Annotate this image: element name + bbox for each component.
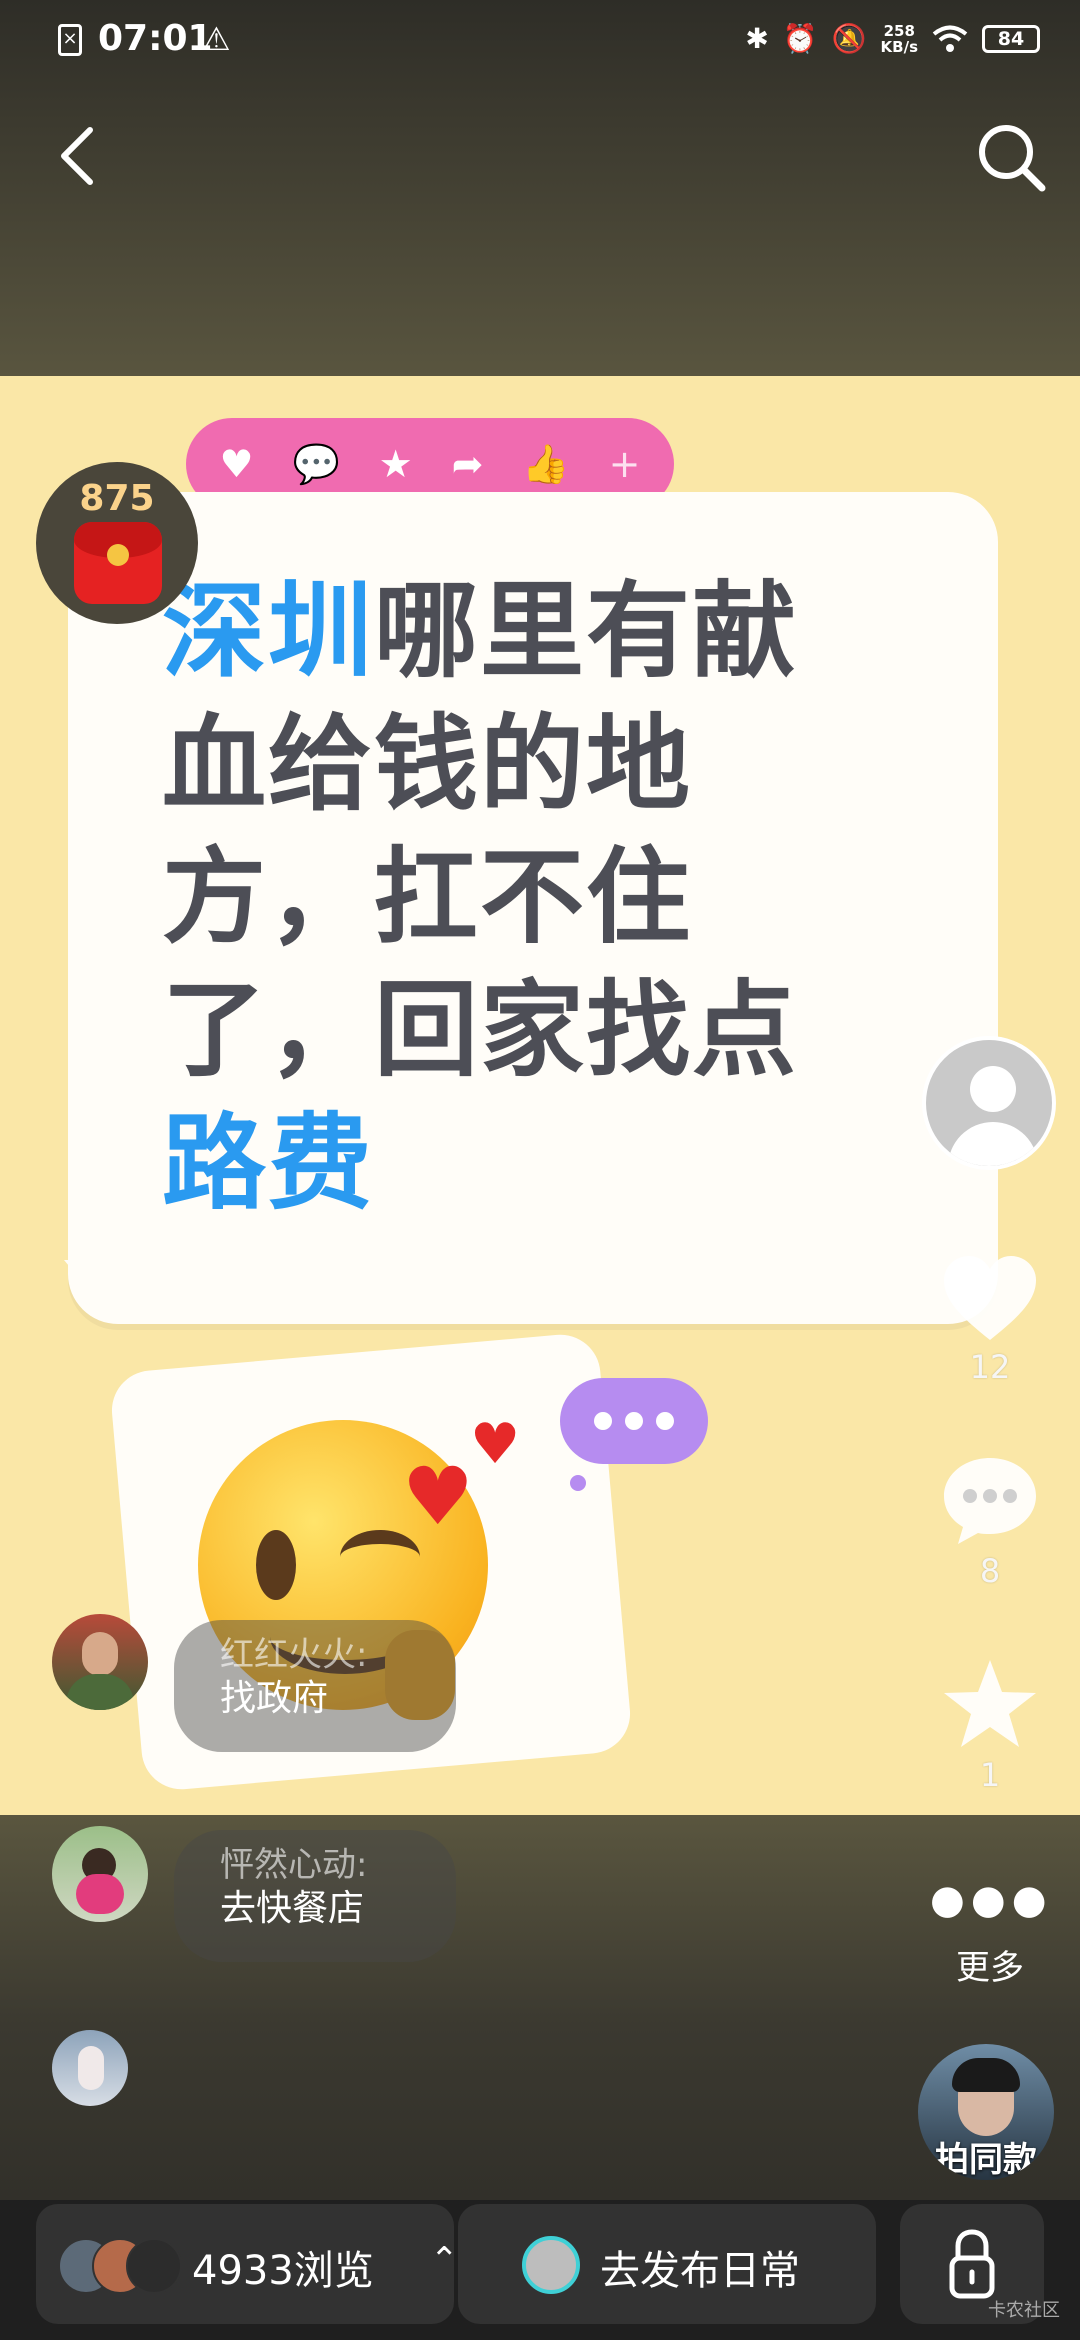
- mute-icon: 🔕: [831, 22, 867, 55]
- wifi-icon: [932, 25, 968, 52]
- red-packet-button[interactable]: 875: [36, 462, 198, 624]
- comment-icon: [944, 1458, 1036, 1544]
- typing-dot: [625, 1412, 643, 1430]
- plus-icon: +: [608, 442, 641, 486]
- net-speed-unit: KB/s: [880, 37, 918, 56]
- same-style-button[interactable]: 拍同款: [918, 2044, 1054, 2180]
- viewer-avatar: [126, 2238, 182, 2294]
- commenter-avatar[interactable]: [52, 1826, 148, 1922]
- more-button[interactable]: ●●● 更多: [930, 1880, 1050, 1989]
- headline-highlight: 路费: [162, 1102, 375, 1224]
- decor-dot: [570, 1475, 586, 1491]
- viewers-button[interactable]: 4933浏览 ⌃: [36, 2204, 459, 2324]
- headline-text: 哪里有献: [374, 570, 799, 692]
- battery-indicator: 84: [982, 24, 1040, 53]
- headline-highlight: 深圳: [162, 570, 375, 692]
- watermark: 卡农社区: [988, 2300, 1060, 2321]
- alarm-icon: ⏰: [782, 22, 818, 55]
- emoji-eye: [256, 1530, 296, 1600]
- view-count: 4933浏览: [192, 2248, 374, 2294]
- headline-line-5: 路费: [162, 1097, 862, 1230]
- status-time: 07:01: [98, 18, 213, 59]
- publish-daily-button[interactable]: 去发布日常: [458, 2204, 876, 2324]
- avatar-figure: [78, 2046, 104, 2090]
- status-bar: × 07:01 ⚠ ✱ ⏰ 🔕 258 KB/s 84: [0, 0, 1080, 84]
- sim-off-icon: ×: [58, 24, 82, 56]
- red-envelope-seal: [107, 544, 129, 566]
- typing-dot: [594, 1412, 612, 1430]
- same-style-label: 拍同款: [935, 2140, 1037, 2180]
- avatar-clothes: [76, 1874, 124, 1914]
- headline-line-2: 血给钱的地: [162, 698, 862, 831]
- headline-line-4: 了，回家找点: [162, 964, 862, 1097]
- avatar-uniform: [66, 1674, 134, 1710]
- more-label: 更多: [956, 1948, 1024, 1988]
- user-avatar-icon: [522, 2236, 580, 2294]
- like-button[interactable]: 12: [930, 1254, 1050, 1386]
- back-arrow-icon: [61, 127, 93, 185]
- author-avatar[interactable]: [922, 1036, 1056, 1170]
- speech-bubble-tail: [64, 1260, 104, 1308]
- like-count: 12: [969, 1348, 1011, 1386]
- star-icon: ★: [378, 442, 413, 486]
- typing-dot: [656, 1412, 674, 1430]
- search-icon: [979, 125, 1046, 192]
- headline-text: 方，扛不住: [162, 836, 693, 958]
- headline-text: 了，回家找点: [162, 969, 799, 1091]
- comment-text: 找政府: [220, 1678, 329, 1719]
- share-arrow-icon: ➦: [451, 442, 484, 486]
- favorite-count: 1: [979, 1756, 1001, 1794]
- search-button[interactable]: [972, 118, 1048, 198]
- comment-author: 怦然心动:: [220, 1845, 368, 1885]
- chevron-up-icon: ⌃: [430, 2240, 459, 2280]
- commenter-avatar[interactable]: [52, 2030, 128, 2106]
- status-right: ✱ ⏰ 🔕 258 KB/s 84: [745, 22, 1040, 55]
- favorite-button[interactable]: 1: [930, 1656, 1050, 1794]
- star-icon: [944, 1660, 1036, 1747]
- avatar-body: [948, 1122, 1038, 1166]
- headline-line-1: 深圳哪里有献: [162, 565, 862, 698]
- bluetooth-icon: ✱: [745, 22, 769, 55]
- comment-author: 红红火火:: [220, 1635, 368, 1675]
- comment-bubble[interactable]: 怦然心动: 去快餐店: [174, 1830, 456, 1962]
- red-packet-count: 875: [79, 478, 155, 519]
- heart-icon: ♥: [219, 442, 254, 486]
- comment-count: 8: [979, 1552, 1001, 1590]
- warning-icon: ⚠: [202, 20, 231, 58]
- net-speed: 258 KB/s: [881, 23, 918, 55]
- headline-line-3: 方，扛不住: [162, 831, 862, 964]
- same-style-thumbnail-hair: [952, 2058, 1020, 2092]
- chat-bubble-icon: 💬: [292, 441, 340, 486]
- commenter-avatar[interactable]: [52, 1614, 148, 1710]
- heart-icon: [944, 1256, 1036, 1340]
- typing-bubble-icon: [560, 1378, 708, 1464]
- publish-label: 去发布日常: [600, 2248, 800, 2294]
- headline-text: 血给钱的地: [162, 703, 693, 825]
- comment-bubble[interactable]: 红红火火: 找政府: [174, 1620, 456, 1752]
- avatar-face: [82, 1632, 118, 1676]
- more-dots-icon: ●●●: [930, 1877, 1053, 1923]
- comment-text: 去快餐店: [220, 1888, 365, 1929]
- avatar-head: [970, 1066, 1016, 1112]
- heart-emoji-icon: ♥: [402, 1450, 474, 1543]
- heart-emoji-icon: ♥: [470, 1412, 521, 1477]
- poster-headline: 深圳哪里有献 血给钱的地 方，扛不住 了，回家找点 路费: [162, 565, 862, 1230]
- back-button[interactable]: [50, 118, 110, 198]
- thumbs-up-icon: 👍: [522, 441, 570, 486]
- net-speed-value: 258: [883, 21, 915, 40]
- comment-button[interactable]: 8: [930, 1452, 1050, 1590]
